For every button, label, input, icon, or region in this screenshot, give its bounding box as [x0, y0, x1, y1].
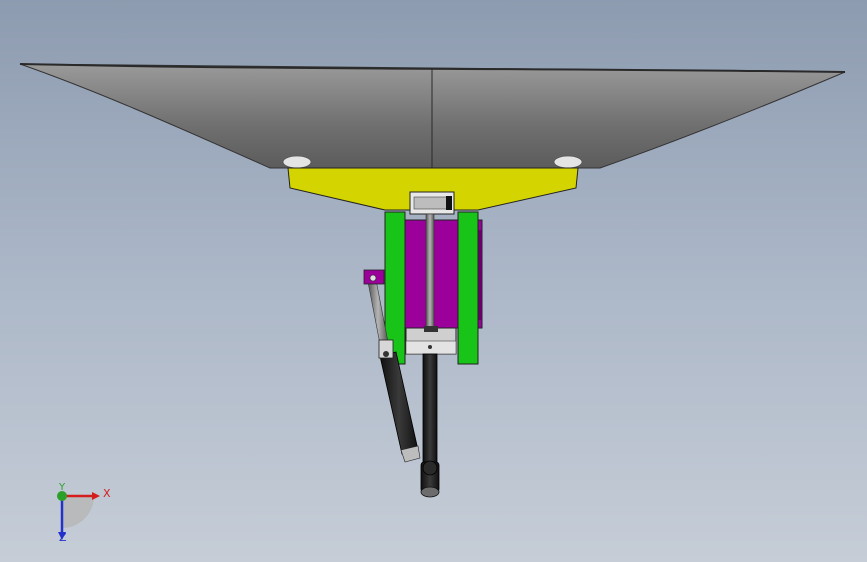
lower-clamp[interactable] [405, 326, 457, 355]
3d-model-view[interactable] [0, 0, 867, 562]
actuator-rod[interactable] [420, 353, 440, 498]
z-axis-label: Z [59, 531, 67, 544]
actuator-bracket[interactable] [363, 269, 385, 285]
center-rod[interactable] [425, 213, 435, 333]
x-axis-label: X [103, 487, 111, 500]
reflector-dish[interactable] [19, 63, 846, 169]
side-bracket-right[interactable] [457, 211, 479, 365]
y-axis-label: Y [59, 482, 66, 493]
top-clamp[interactable] [409, 191, 455, 215]
graphics-viewport[interactable]: X Y Z [0, 0, 867, 562]
